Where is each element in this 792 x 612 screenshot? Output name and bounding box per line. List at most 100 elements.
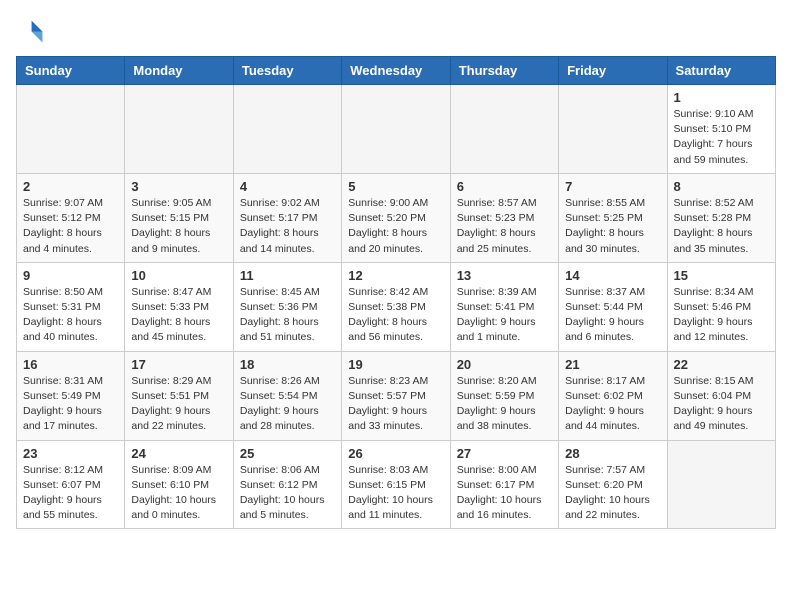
week-row-1: 2 Sunrise: 9:07 AM Sunset: 5:12 PM Daylig… [17, 173, 776, 262]
day-cell: 23 Sunrise: 8:12 AM Sunset: 6:07 PM Dayli… [17, 440, 125, 529]
day-number: 10 [131, 268, 226, 283]
day-cell: 16 Sunrise: 8:31 AM Sunset: 5:49 PM Dayli… [17, 351, 125, 440]
day-info: Sunrise: 8:06 AM Sunset: 6:12 PM Dayligh… [240, 463, 335, 524]
day-info: Sunrise: 8:50 AM Sunset: 5:31 PM Dayligh… [23, 285, 118, 346]
day-info: Sunrise: 8:20 AM Sunset: 5:59 PM Dayligh… [457, 374, 552, 435]
day-cell: 24 Sunrise: 8:09 AM Sunset: 6:10 PM Dayli… [125, 440, 233, 529]
day-cell: 21 Sunrise: 8:17 AM Sunset: 6:02 PM Dayli… [559, 351, 667, 440]
column-header-saturday: Saturday [667, 57, 775, 85]
day-cell [342, 85, 450, 174]
day-number: 25 [240, 446, 335, 461]
day-number: 1 [674, 90, 769, 105]
day-number: 13 [457, 268, 552, 283]
day-info: Sunrise: 8:00 AM Sunset: 6:17 PM Dayligh… [457, 463, 552, 524]
day-number: 27 [457, 446, 552, 461]
day-info: Sunrise: 8:03 AM Sunset: 6:15 PM Dayligh… [348, 463, 443, 524]
day-cell: 4 Sunrise: 9:02 AM Sunset: 5:17 PM Daylig… [233, 173, 341, 262]
day-cell [559, 85, 667, 174]
day-number: 3 [131, 179, 226, 194]
day-info: Sunrise: 8:34 AM Sunset: 5:46 PM Dayligh… [674, 285, 769, 346]
logo-icon [16, 16, 44, 44]
day-cell: 18 Sunrise: 8:26 AM Sunset: 5:54 PM Dayli… [233, 351, 341, 440]
day-number: 15 [674, 268, 769, 283]
day-number: 19 [348, 357, 443, 372]
day-cell: 17 Sunrise: 8:29 AM Sunset: 5:51 PM Dayli… [125, 351, 233, 440]
week-row-2: 9 Sunrise: 8:50 AM Sunset: 5:31 PM Daylig… [17, 262, 776, 351]
day-cell [17, 85, 125, 174]
day-number: 8 [674, 179, 769, 194]
day-info: Sunrise: 9:00 AM Sunset: 5:20 PM Dayligh… [348, 196, 443, 257]
day-info: Sunrise: 9:02 AM Sunset: 5:17 PM Dayligh… [240, 196, 335, 257]
day-number: 21 [565, 357, 660, 372]
day-info: Sunrise: 8:17 AM Sunset: 6:02 PM Dayligh… [565, 374, 660, 435]
day-info: Sunrise: 8:26 AM Sunset: 5:54 PM Dayligh… [240, 374, 335, 435]
calendar-table: SundayMondayTuesdayWednesdayThursdayFrid… [16, 56, 776, 529]
day-number: 6 [457, 179, 552, 194]
day-number: 14 [565, 268, 660, 283]
day-cell: 1 Sunrise: 9:10 AM Sunset: 5:10 PM Daylig… [667, 85, 775, 174]
day-cell: 22Sunrise: 8:15 AM Sunset: 6:04 PM Dayli… [667, 351, 775, 440]
day-number: 17 [131, 357, 226, 372]
day-cell: 2 Sunrise: 9:07 AM Sunset: 5:12 PM Daylig… [17, 173, 125, 262]
day-cell: 12 Sunrise: 8:42 AM Sunset: 5:38 PM Dayli… [342, 262, 450, 351]
day-info: Sunrise: 9:05 AM Sunset: 5:15 PM Dayligh… [131, 196, 226, 257]
logo [16, 16, 48, 44]
day-info: Sunrise: 8:23 AM Sunset: 5:57 PM Dayligh… [348, 374, 443, 435]
column-header-sunday: Sunday [17, 57, 125, 85]
column-header-wednesday: Wednesday [342, 57, 450, 85]
day-cell [667, 440, 775, 529]
page-header [16, 16, 776, 44]
day-number: 16 [23, 357, 118, 372]
day-cell: 3 Sunrise: 9:05 AM Sunset: 5:15 PM Daylig… [125, 173, 233, 262]
day-info: Sunrise: 8:39 AM Sunset: 5:41 PM Dayligh… [457, 285, 552, 346]
day-cell: 13 Sunrise: 8:39 AM Sunset: 5:41 PM Dayli… [450, 262, 558, 351]
day-info: Sunrise: 8:37 AM Sunset: 5:44 PM Dayligh… [565, 285, 660, 346]
day-info: Sunrise: 9:10 AM Sunset: 5:10 PM Dayligh… [674, 107, 769, 168]
week-row-4: 23 Sunrise: 8:12 AM Sunset: 6:07 PM Dayli… [17, 440, 776, 529]
day-info: Sunrise: 8:29 AM Sunset: 5:51 PM Dayligh… [131, 374, 226, 435]
day-info: Sunrise: 8:52 AM Sunset: 5:28 PM Dayligh… [674, 196, 769, 257]
column-header-monday: Monday [125, 57, 233, 85]
day-number: 18 [240, 357, 335, 372]
day-number: 24 [131, 446, 226, 461]
day-cell: 19 Sunrise: 8:23 AM Sunset: 5:57 PM Dayli… [342, 351, 450, 440]
day-info: Sunrise: 9:07 AM Sunset: 5:12 PM Dayligh… [23, 196, 118, 257]
day-cell: 5 Sunrise: 9:00 AM Sunset: 5:20 PM Daylig… [342, 173, 450, 262]
day-cell: 25 Sunrise: 8:06 AM Sunset: 6:12 PM Dayli… [233, 440, 341, 529]
week-row-3: 16 Sunrise: 8:31 AM Sunset: 5:49 PM Dayli… [17, 351, 776, 440]
day-cell: 8 Sunrise: 8:52 AM Sunset: 5:28 PM Daylig… [667, 173, 775, 262]
day-cell: 15 Sunrise: 8:34 AM Sunset: 5:46 PM Dayli… [667, 262, 775, 351]
day-info: Sunrise: 8:55 AM Sunset: 5:25 PM Dayligh… [565, 196, 660, 257]
day-info: Sunrise: 8:09 AM Sunset: 6:10 PM Dayligh… [131, 463, 226, 524]
day-number: 5 [348, 179, 443, 194]
day-info: Sunrise: 8:12 AM Sunset: 6:07 PM Dayligh… [23, 463, 118, 524]
week-row-0: 1 Sunrise: 9:10 AM Sunset: 5:10 PM Daylig… [17, 85, 776, 174]
day-cell: 20 Sunrise: 8:20 AM Sunset: 5:59 PM Dayli… [450, 351, 558, 440]
day-number: 4 [240, 179, 335, 194]
day-info: Sunrise: 8:31 AM Sunset: 5:49 PM Dayligh… [23, 374, 118, 435]
day-info: Sunrise: 7:57 AM Sunset: 6:20 PM Dayligh… [565, 463, 660, 524]
day-cell: 27 Sunrise: 8:00 AM Sunset: 6:17 PM Dayli… [450, 440, 558, 529]
day-cell: 10 Sunrise: 8:47 AM Sunset: 5:33 PM Dayli… [125, 262, 233, 351]
column-header-thursday: Thursday [450, 57, 558, 85]
day-number: 20 [457, 357, 552, 372]
day-cell: 6Sunrise: 8:57 AM Sunset: 5:23 PM Daylig… [450, 173, 558, 262]
day-number: 2 [23, 179, 118, 194]
day-number: 23 [23, 446, 118, 461]
day-cell: 11Sunrise: 8:45 AM Sunset: 5:36 PM Dayli… [233, 262, 341, 351]
column-header-tuesday: Tuesday [233, 57, 341, 85]
day-info: Sunrise: 8:15 AM Sunset: 6:04 PM Dayligh… [674, 374, 769, 435]
day-cell [125, 85, 233, 174]
day-cell: 28 Sunrise: 7:57 AM Sunset: 6:20 PM Dayli… [559, 440, 667, 529]
day-number: 11 [240, 268, 335, 283]
day-cell: 26 Sunrise: 8:03 AM Sunset: 6:15 PM Dayli… [342, 440, 450, 529]
day-number: 26 [348, 446, 443, 461]
day-number: 7 [565, 179, 660, 194]
day-info: Sunrise: 8:42 AM Sunset: 5:38 PM Dayligh… [348, 285, 443, 346]
day-info: Sunrise: 8:47 AM Sunset: 5:33 PM Dayligh… [131, 285, 226, 346]
day-number: 9 [23, 268, 118, 283]
day-number: 12 [348, 268, 443, 283]
calendar-header-row: SundayMondayTuesdayWednesdayThursdayFrid… [17, 57, 776, 85]
day-number: 28 [565, 446, 660, 461]
day-cell: 14 Sunrise: 8:37 AM Sunset: 5:44 PM Dayli… [559, 262, 667, 351]
